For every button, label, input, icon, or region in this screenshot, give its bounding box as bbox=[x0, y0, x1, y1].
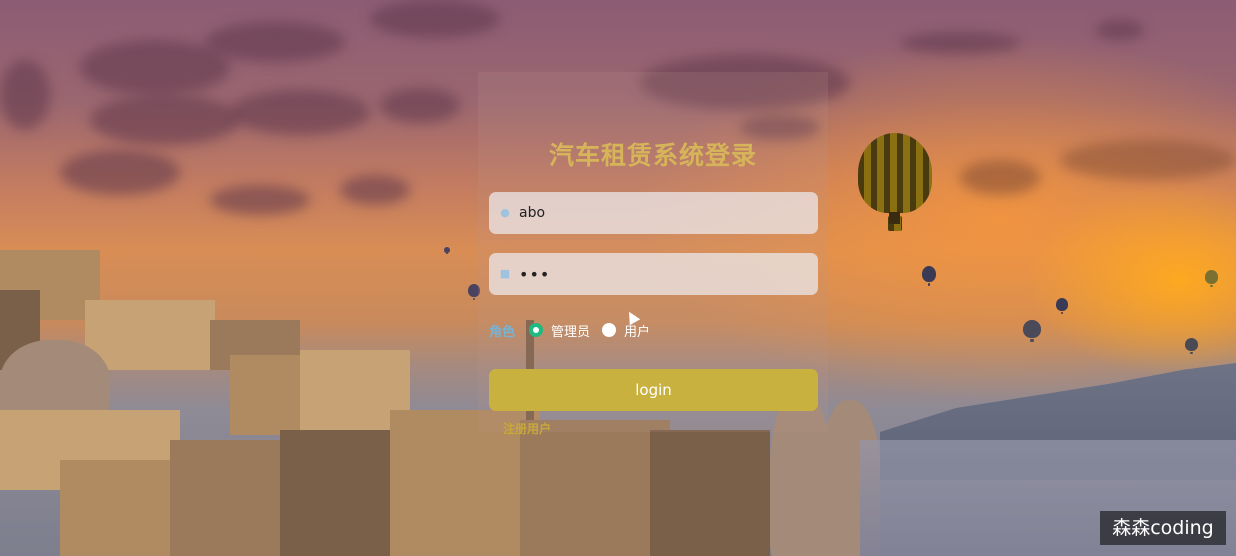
username-input[interactable]: ● abo bbox=[489, 192, 818, 234]
login-page: 汽车租赁系统登录 ● abo ■ ••• 角色 管理员 用户 login 注册用… bbox=[0, 0, 1236, 556]
register-link[interactable]: 注册用户 bbox=[503, 420, 551, 437]
lock-icon: ■ bbox=[499, 267, 511, 280]
watermark: 森森coding bbox=[1100, 511, 1226, 545]
password-input[interactable]: ■ ••• bbox=[489, 253, 818, 295]
role-radio-admin[interactable] bbox=[529, 323, 544, 337]
login-title: 汽车租赁系统登录 bbox=[548, 141, 757, 170]
username-value: abo bbox=[519, 205, 546, 221]
role-admin-label[interactable]: 管理员 bbox=[551, 321, 590, 340]
role-radio-user[interactable] bbox=[602, 323, 617, 337]
user-icon: ● bbox=[500, 206, 510, 219]
password-value: ••• bbox=[519, 264, 551, 284]
hot-air-balloon bbox=[858, 133, 932, 231]
role-selector: 角色 管理员 用户 bbox=[489, 320, 662, 340]
role-label: 角色 bbox=[489, 324, 516, 340]
login-button[interactable]: login bbox=[489, 369, 818, 411]
